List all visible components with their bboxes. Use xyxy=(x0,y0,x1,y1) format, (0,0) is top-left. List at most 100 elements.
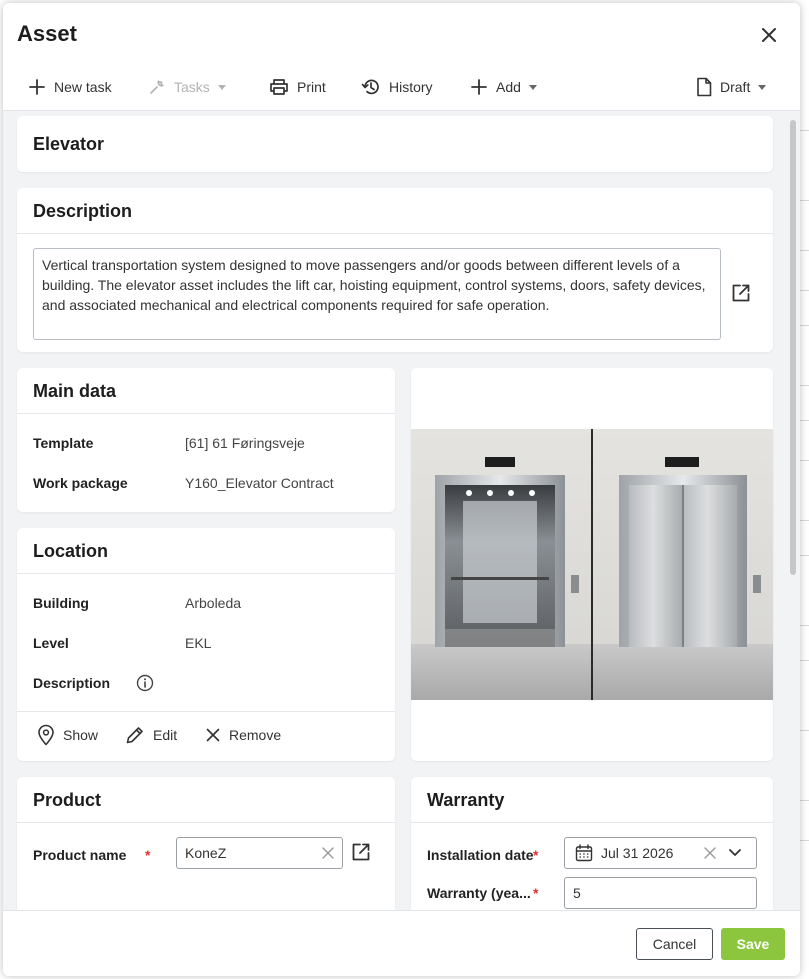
clear-icon[interactable] xyxy=(704,847,716,859)
dialog-title: Asset xyxy=(17,21,77,46)
close-icon xyxy=(206,728,220,742)
building-label: Building xyxy=(33,595,89,611)
new-task-button[interactable]: New task xyxy=(28,73,112,101)
description-textarea[interactable]: Vertical transportation system designed … xyxy=(33,248,721,340)
location-description-label: Description xyxy=(33,675,111,691)
asset-name-card: Elevator xyxy=(17,116,773,172)
scrollbar-thumb[interactable] xyxy=(790,120,796,575)
product-card: Product Product name * KoneZ xyxy=(17,777,395,910)
dialog-footer: Cancel Save xyxy=(3,910,800,976)
wrench-icon xyxy=(150,80,164,94)
background-divider xyxy=(800,200,809,201)
warranty-years-input[interactable]: 5 xyxy=(564,877,757,909)
location-divider xyxy=(17,711,395,712)
required-marker: * xyxy=(145,847,151,863)
location-card: Location Building Arboleda Level EKL Des… xyxy=(17,528,395,761)
tasks-label: Tasks xyxy=(174,79,210,95)
warranty-card: Warranty Installation date * Jul 31 2026… xyxy=(411,777,773,910)
background-divider xyxy=(800,555,809,556)
description-title: Description xyxy=(33,201,133,221)
asset-name: Elevator xyxy=(33,134,105,154)
open-product-button[interactable] xyxy=(351,842,371,862)
toolbar: New task Tasks Print History Add Draft xyxy=(3,73,800,101)
main-data-title: Main data xyxy=(33,381,117,401)
external-link-icon xyxy=(732,284,750,302)
work-package-label: Work package xyxy=(33,475,128,491)
info-icon xyxy=(136,674,154,692)
add-label: Add xyxy=(496,79,521,95)
background-divider xyxy=(800,325,809,326)
background-divider xyxy=(800,625,809,626)
pencil-icon xyxy=(126,727,143,744)
product-name-input[interactable]: KoneZ xyxy=(176,837,343,869)
warranty-years-label: Warranty (yea... xyxy=(427,885,531,901)
installation-date-picker[interactable]: Jul 31 2026 xyxy=(564,837,757,869)
dialog-content[interactable]: Elevator Description Vertical transporta… xyxy=(3,112,800,910)
background-divider xyxy=(800,130,809,131)
required-marker: * xyxy=(533,847,539,863)
location-title: Location xyxy=(33,541,108,561)
calendar-icon xyxy=(575,844,593,862)
caret-down-icon xyxy=(528,84,537,90)
location-header: Location xyxy=(17,528,395,574)
asset-dialog: Asset New task Tasks Print History Add D… xyxy=(3,3,800,976)
background-divider xyxy=(800,660,809,661)
template-value: [61] 61 Føringsveje xyxy=(185,435,305,451)
clear-icon[interactable] xyxy=(322,847,334,859)
building-value: Arboleda xyxy=(185,595,242,611)
caret-down-icon xyxy=(217,84,226,90)
background-divider xyxy=(800,290,809,291)
product-header: Product xyxy=(17,777,395,823)
tasks-dropdown[interactable]: Tasks xyxy=(148,73,226,101)
location-actions: Show Edit Remove xyxy=(17,723,395,747)
background-divider xyxy=(800,800,809,801)
document-icon xyxy=(697,77,712,97)
warranty-title: Warranty xyxy=(427,790,505,810)
new-task-label: New task xyxy=(54,79,112,95)
background-divider xyxy=(800,420,809,421)
main-data-header: Main data xyxy=(17,368,395,414)
dialog-header: Asset New task Tasks Print History Add D… xyxy=(3,3,800,111)
print-button[interactable]: Print xyxy=(269,73,326,101)
description-card: Description Vertical transportation syst… xyxy=(17,188,773,352)
show-label: Show xyxy=(63,727,99,743)
elevator-photo[interactable] xyxy=(411,429,773,700)
save-button[interactable]: Save xyxy=(721,928,785,960)
warranty-years-value: 5 xyxy=(573,885,581,901)
chevron-down-icon[interactable] xyxy=(728,848,742,858)
level-label: Level xyxy=(33,635,69,651)
warranty-header: Warranty xyxy=(411,777,773,823)
close-button[interactable] xyxy=(757,23,781,47)
plus-icon xyxy=(471,79,487,95)
caret-down-icon xyxy=(758,84,767,90)
map-pin-icon xyxy=(38,724,54,746)
main-data-card: Main data Template [61] 61 Føringsveje W… xyxy=(17,368,395,512)
open-description-button[interactable] xyxy=(731,283,751,303)
close-icon xyxy=(762,28,776,42)
show-location-button[interactable]: Show xyxy=(37,723,98,747)
background-divider xyxy=(800,385,809,386)
history-label: History xyxy=(389,79,433,95)
level-value: EKL xyxy=(185,635,212,651)
installation-date-value: Jul 31 2026 xyxy=(601,845,674,861)
remove-label: Remove xyxy=(229,727,282,743)
add-dropdown[interactable]: Add xyxy=(470,73,537,101)
background-divider xyxy=(800,460,809,461)
product-title: Product xyxy=(33,790,102,810)
description-header: Description xyxy=(17,188,773,234)
status-dropdown[interactable]: Draft xyxy=(696,73,767,101)
work-package-value: Y160_Elevator Contract xyxy=(185,475,334,491)
external-link-icon xyxy=(352,843,370,861)
info-button[interactable] xyxy=(136,674,154,692)
plus-icon xyxy=(29,79,45,95)
status-label: Draft xyxy=(720,79,751,95)
background-divider xyxy=(800,840,809,841)
edit-location-button[interactable]: Edit xyxy=(125,723,177,747)
history-button[interactable]: History xyxy=(361,73,433,101)
print-label: Print xyxy=(297,79,326,95)
asset-image-card xyxy=(411,368,773,761)
product-name-value: KoneZ xyxy=(185,845,227,861)
remove-location-button[interactable]: Remove xyxy=(205,723,281,747)
cancel-button[interactable]: Cancel xyxy=(636,928,713,960)
background-divider xyxy=(800,250,809,251)
